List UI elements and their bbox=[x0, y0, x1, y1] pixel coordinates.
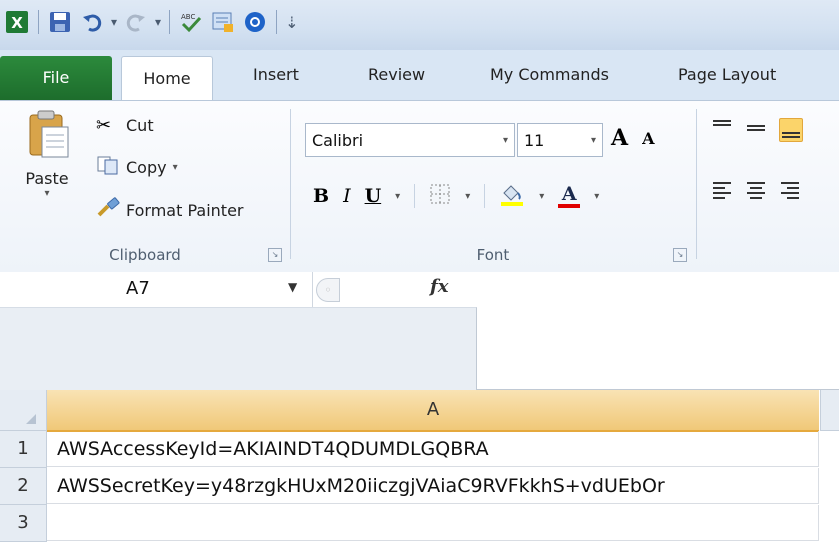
format-painter-label: Format Painter bbox=[126, 200, 244, 220]
tab-my-commands[interactable]: My Commands bbox=[490, 50, 609, 100]
font-format-row: B I U ▾ ▾ ▾ A ▾ bbox=[313, 181, 599, 211]
font-group: Calibri ▾ 11 ▾ A A B I U ▾ ▾ ▾ A ▾ Font … bbox=[291, 101, 695, 272]
underline-dropdown-icon[interactable]: ▾ bbox=[395, 191, 400, 202]
toolbar-separator bbox=[484, 184, 486, 208]
paste-dropdown-icon[interactable]: ▾ bbox=[12, 188, 82, 199]
row-header-1[interactable]: 1 bbox=[0, 431, 47, 468]
cut-button[interactable]: ✂ Cut bbox=[96, 115, 154, 136]
row-header-3[interactable]: 3 bbox=[0, 505, 47, 542]
font-name-value: Calibri bbox=[312, 130, 364, 150]
fill-color-dropdown-icon[interactable]: ▾ bbox=[539, 191, 544, 202]
cell-a2[interactable]: AWSSecretKey=y48rzgkHUxM20iiczgjVAiaC9RV… bbox=[47, 468, 819, 504]
column-header-a[interactable]: A bbox=[47, 390, 819, 432]
bottom-align-icon[interactable] bbox=[779, 118, 803, 142]
svg-text:X: X bbox=[11, 14, 23, 32]
cell-a1[interactable]: AWSAccessKeyId=AKIAINDT4QDUMDLGQBRA bbox=[47, 431, 819, 467]
top-align-icon[interactable] bbox=[711, 117, 733, 143]
fill-color-icon[interactable] bbox=[499, 181, 525, 211]
tab-file[interactable]: File bbox=[0, 56, 112, 100]
font-group-label: Font bbox=[476, 246, 510, 264]
record-icon[interactable] bbox=[242, 9, 268, 35]
tab-review[interactable]: Review bbox=[368, 50, 425, 100]
row-header-2[interactable]: 2 bbox=[0, 468, 47, 505]
toolbar-separator bbox=[276, 10, 278, 34]
form-icon[interactable] bbox=[210, 9, 236, 35]
font-color-dropdown-icon[interactable]: ▾ bbox=[594, 191, 599, 202]
cut-label: Cut bbox=[126, 116, 154, 135]
undo-dropdown-icon[interactable]: ▾ bbox=[111, 15, 117, 29]
cell-a3[interactable] bbox=[47, 505, 819, 541]
ribbon-tabs: File Home Insert Review My Commands Page… bbox=[0, 50, 839, 101]
font-size-dropdown-icon[interactable]: ▾ bbox=[591, 135, 596, 146]
font-color-swatch bbox=[558, 204, 581, 208]
undo-icon[interactable] bbox=[79, 9, 105, 35]
formula-input[interactable] bbox=[477, 272, 839, 389]
paste-label: Paste bbox=[25, 169, 69, 188]
align-center-icon[interactable] bbox=[745, 179, 767, 205]
clipboard-group: Paste ▾ ✂ Cut Copy ▾ Format Painter Clip… bbox=[0, 101, 290, 272]
middle-align-icon[interactable] bbox=[745, 117, 767, 143]
name-box-value: A7 bbox=[126, 278, 150, 299]
tab-page-layout[interactable]: Page Layout bbox=[678, 50, 776, 100]
font-name-combo[interactable]: Calibri ▾ bbox=[305, 123, 515, 157]
spelling-icon[interactable]: ABC bbox=[178, 9, 204, 35]
scissors-icon: ✂ bbox=[96, 115, 112, 136]
quick-access-toolbar-bar: X ▾ ▾ ABC ⇣ bbox=[0, 0, 839, 51]
bold-button[interactable]: B bbox=[313, 185, 329, 207]
font-color-glyph: A bbox=[561, 183, 577, 205]
copy-dropdown-icon[interactable]: ▾ bbox=[173, 162, 178, 173]
quick-access-toolbar: X ▾ ▾ ABC ⇣ bbox=[4, 6, 298, 38]
clipboard-launcher-icon[interactable]: ↘ bbox=[268, 248, 282, 262]
copy-icon bbox=[96, 155, 126, 179]
clipboard-group-label: Clipboard bbox=[109, 246, 181, 264]
underline-button[interactable]: U bbox=[365, 185, 382, 207]
toolbar-separator bbox=[414, 184, 416, 208]
svg-text:ABC: ABC bbox=[181, 13, 195, 21]
vertical-align-row bbox=[711, 117, 803, 143]
formula-bar-expanded-area bbox=[0, 307, 477, 390]
borders-icon[interactable] bbox=[429, 183, 451, 209]
paste-button[interactable]: Paste ▾ bbox=[12, 109, 82, 217]
italic-button[interactable]: I bbox=[343, 185, 351, 207]
copy-button[interactable]: Copy ▾ bbox=[96, 155, 178, 179]
save-icon[interactable] bbox=[47, 9, 73, 35]
font-size-combo[interactable]: 11 ▾ bbox=[517, 123, 603, 157]
horizontal-align-row bbox=[711, 179, 801, 205]
align-right-icon[interactable] bbox=[779, 179, 801, 205]
paste-icon bbox=[12, 109, 82, 163]
shrink-font-icon[interactable]: A bbox=[642, 129, 654, 148]
font-name-dropdown-icon[interactable]: ▾ bbox=[503, 135, 508, 146]
font-grow-shrink: A A bbox=[611, 125, 655, 151]
column-header-b[interactable] bbox=[820, 390, 839, 431]
worksheet-grid: A 1 AWSAccessKeyId=AKIAINDT4QDUMDLGQBRA … bbox=[0, 390, 839, 542]
borders-dropdown-icon[interactable]: ▾ bbox=[465, 191, 470, 202]
format-painter-button[interactable]: Format Painter bbox=[96, 197, 243, 223]
excel-icon[interactable]: X bbox=[4, 9, 30, 35]
copy-label: Copy bbox=[126, 157, 167, 177]
redo-dropdown-icon[interactable]: ▾ bbox=[155, 15, 161, 29]
align-left-icon[interactable] bbox=[711, 179, 733, 205]
font-launcher-icon[interactable]: ↘ bbox=[673, 248, 687, 262]
font-color-icon[interactable]: A bbox=[558, 183, 581, 208]
select-all-button[interactable] bbox=[0, 390, 47, 431]
grow-font-icon[interactable]: A bbox=[611, 125, 628, 151]
formula-bar: A7 ▼ ◦ fx bbox=[0, 272, 839, 390]
paintbrush-icon bbox=[96, 197, 126, 223]
redo-icon[interactable] bbox=[123, 9, 149, 35]
formula-cancel-icon: ◦ bbox=[316, 278, 340, 302]
tab-home[interactable]: Home bbox=[121, 56, 213, 101]
name-box-dropdown-icon[interactable]: ▼ bbox=[288, 280, 297, 294]
alignment-group bbox=[697, 101, 839, 272]
insert-function-icon[interactable]: fx bbox=[430, 276, 448, 297]
toolbar-separator bbox=[169, 10, 171, 34]
font-size-value: 11 bbox=[524, 130, 545, 150]
customize-qat-icon[interactable]: ⇣ bbox=[285, 13, 298, 32]
name-box[interactable]: A7 ▼ bbox=[0, 272, 313, 307]
ribbon: Paste ▾ ✂ Cut Copy ▾ Format Painter Clip… bbox=[0, 100, 839, 273]
toolbar-separator bbox=[38, 10, 39, 34]
tab-insert[interactable]: Insert bbox=[253, 50, 299, 100]
